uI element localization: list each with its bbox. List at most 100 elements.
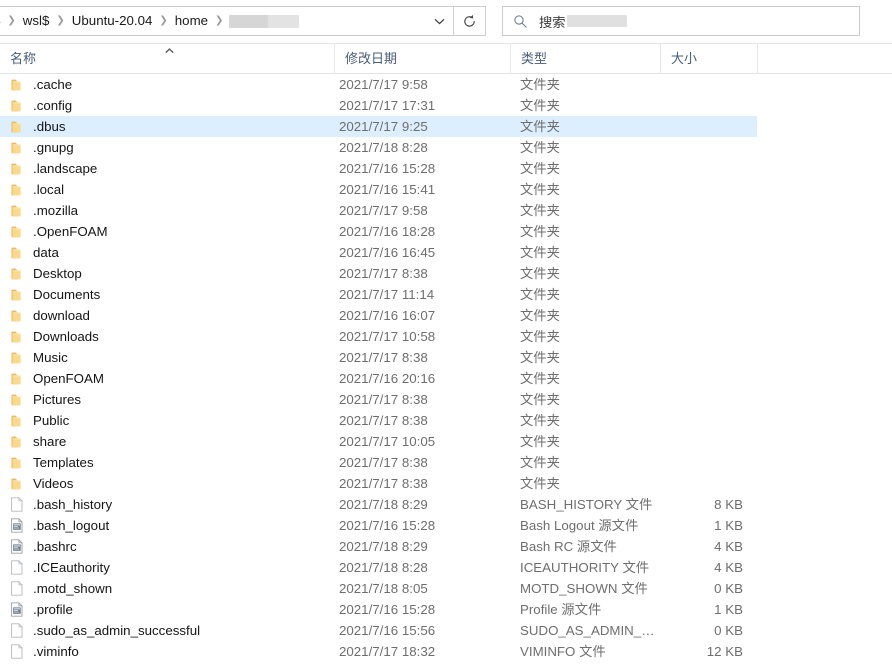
cell-name[interactable]: .landscape [0, 161, 334, 177]
file-row[interactable]: .bashrc 2021/7/18 8:29 Bash RC 源文件 4 KB [0, 536, 892, 557]
file-row-hit-area[interactable]: Videos 2021/7/17 8:38 文件夹 [0, 473, 757, 494]
file-row-hit-area[interactable]: .local 2021/7/16 15:41 文件夹 [0, 179, 757, 200]
file-row-hit-area[interactable]: OpenFOAM 2021/7/16 20:16 文件夹 [0, 368, 757, 389]
cell-name[interactable]: .bash_logout [0, 518, 334, 534]
file-row[interactable]: OpenFOAM 2021/7/16 20:16 文件夹 [0, 368, 892, 389]
file-row-hit-area[interactable]: .bashrc 2021/7/18 8:29 Bash RC 源文件 4 KB [0, 536, 757, 557]
cell-name[interactable]: .sudo_as_admin_successful [0, 623, 334, 639]
breadcrumb-item[interactable]: Ubuntu-20.04 [67, 11, 158, 31]
cell-name[interactable]: Desktop [0, 266, 334, 282]
cell-name[interactable]: Public [0, 413, 334, 429]
file-row[interactable]: .bash_logout 2021/7/16 15:28 Bash Logout 源… [0, 515, 892, 536]
file-row-hit-area[interactable]: .bash_history 2021/7/18 8:29 BASH_HISTORY … [0, 494, 757, 515]
file-row[interactable]: .viminfo 2021/7/17 18:32 VIMINFO 文件 12 KB [0, 641, 892, 662]
cell-name[interactable]: .cache [0, 77, 334, 93]
column-header-name[interactable]: 名称 [0, 44, 334, 74]
file-row[interactable]: .config 2021/7/17 17:31 文件夹 [0, 95, 892, 116]
file-row[interactable]: .bash_history 2021/7/18 8:29 BASH_HISTORY … [0, 494, 892, 515]
file-row[interactable]: .gnupg 2021/7/18 8:28 文件夹 [0, 137, 892, 158]
file-row-hit-area[interactable]: Desktop 2021/7/17 8:38 文件夹 [0, 263, 757, 284]
file-row-hit-area[interactable]: download 2021/7/16 16:07 文件夹 [0, 305, 757, 326]
cell-name[interactable]: download [0, 308, 334, 324]
cell-name[interactable]: Videos [0, 476, 334, 492]
file-row[interactable]: data 2021/7/16 16:45 文件夹 [0, 242, 892, 263]
file-row-hit-area[interactable]: Music 2021/7/17 8:38 文件夹 [0, 347, 757, 368]
file-row-hit-area[interactable]: .OpenFOAM 2021/7/16 18:28 文件夹 [0, 221, 757, 242]
cell-name[interactable]: .bashrc [0, 539, 334, 555]
file-row-hit-area[interactable]: .bash_logout 2021/7/16 15:28 Bash Logout 源… [0, 515, 757, 536]
file-row[interactable]: .mozilla 2021/7/17 9:58 文件夹 [0, 200, 892, 221]
file-row[interactable]: .dbus 2021/7/17 9:25 文件夹 [0, 116, 892, 137]
cell-name[interactable]: .config [0, 98, 334, 114]
breadcrumb-item[interactable]: wsl$ [18, 11, 55, 31]
file-row[interactable]: .profile 2021/7/16 15:28 Profile 源文件 1 KB [0, 599, 892, 620]
chevron-down-icon[interactable] [425, 7, 453, 35]
file-row[interactable]: Music 2021/7/17 8:38 文件夹 [0, 347, 892, 368]
column-header-date[interactable]: 修改日期 [334, 43, 510, 74]
file-row-hit-area[interactable]: .viminfo 2021/7/17 18:32 VIMINFO 文件 12 KB [0, 641, 757, 662]
cell-name[interactable]: share [0, 434, 334, 450]
cell-name[interactable]: Downloads [0, 329, 334, 345]
file-row-hit-area[interactable]: data 2021/7/16 16:45 文件夹 [0, 242, 757, 263]
cell-name[interactable]: .mozilla [0, 203, 334, 219]
file-row-hit-area[interactable]: .cache 2021/7/17 9:58 文件夹 [0, 74, 757, 95]
cell-name[interactable]: Templates [0, 455, 334, 471]
cell-name[interactable]: .motd_shown [0, 581, 334, 597]
cell-name[interactable]: .gnupg [0, 140, 334, 156]
file-row[interactable]: .cache 2021/7/17 9:58 文件夹 [0, 74, 892, 95]
file-row[interactable]: Public 2021/7/17 8:38 文件夹 [0, 410, 892, 431]
file-row-hit-area[interactable]: .ICEauthority 2021/7/18 8:28 ICEAUTHORITY … [0, 557, 757, 578]
file-row[interactable]: Desktop 2021/7/17 8:38 文件夹 [0, 263, 892, 284]
search-box[interactable]: 搜索 [502, 6, 860, 36]
breadcrumb-redacted-username[interactable] [229, 14, 300, 28]
cell-name[interactable]: .viminfo [0, 644, 334, 660]
breadcrumb[interactable]: $❯wsl$❯Ubuntu-20.04❯home❯ [0, 11, 425, 31]
cell-name[interactable]: .bash_history [0, 497, 334, 513]
file-row[interactable]: Pictures 2021/7/17 8:38 文件夹 [0, 389, 892, 410]
breadcrumb-item[interactable]: home [170, 11, 213, 31]
file-row[interactable]: .ICEauthority 2021/7/18 8:28 ICEAUTHORITY … [0, 557, 892, 578]
file-row[interactable]: .motd_shown 2021/7/18 8:05 MOTD_SHOWN 文件 0 … [0, 578, 892, 599]
cell-name[interactable]: .OpenFOAM [0, 224, 334, 240]
file-row-hit-area[interactable]: Downloads 2021/7/17 10:58 文件夹 [0, 326, 757, 347]
cell-name[interactable]: .ICEauthority [0, 560, 334, 576]
file-row[interactable]: Documents 2021/7/17 11:14 文件夹 [0, 284, 892, 305]
cell-name[interactable]: Music [0, 350, 334, 366]
cell-date-modified: 2021/7/18 8:29 [339, 538, 428, 554]
file-row-hit-area[interactable]: .motd_shown 2021/7/18 8:05 MOTD_SHOWN 文件 0 … [0, 578, 757, 599]
file-row[interactable]: Templates 2021/7/17 8:38 文件夹 [0, 452, 892, 473]
breadcrumb-bar[interactable]: $❯wsl$❯Ubuntu-20.04❯home❯ [0, 6, 454, 36]
file-row-hit-area[interactable]: .sudo_as_admin_successful 2021/7/16 15:56… [0, 620, 757, 641]
column-header-size[interactable]: 大小 [660, 43, 757, 74]
file-row-hit-area[interactable]: Public 2021/7/17 8:38 文件夹 [0, 410, 757, 431]
file-row-hit-area[interactable]: .dbus 2021/7/17 9:25 文件夹 [0, 116, 757, 137]
file-row[interactable]: .sudo_as_admin_successful 2021/7/16 15:56… [0, 620, 892, 641]
file-row[interactable]: Downloads 2021/7/17 10:58 文件夹 [0, 326, 892, 347]
file-row[interactable]: share 2021/7/17 10:05 文件夹 [0, 431, 892, 452]
file-row[interactable]: .OpenFOAM 2021/7/16 18:28 文件夹 [0, 221, 892, 242]
file-row-hit-area[interactable]: .landscape 2021/7/16 15:28 文件夹 [0, 158, 757, 179]
file-row-hit-area[interactable]: .config 2021/7/17 17:31 文件夹 [0, 95, 757, 116]
file-row[interactable]: Videos 2021/7/17 8:38 文件夹 [0, 473, 892, 494]
file-row[interactable]: download 2021/7/16 16:07 文件夹 [0, 305, 892, 326]
file-list[interactable]: .cache 2021/7/17 9:58 文件夹 .config 2021/7/17 … [0, 74, 892, 668]
refresh-button[interactable] [454, 6, 486, 36]
cell-name[interactable]: Documents [0, 287, 334, 303]
file-row-hit-area[interactable]: .mozilla 2021/7/17 9:58 文件夹 [0, 200, 757, 221]
cell-name[interactable]: OpenFOAM [0, 371, 334, 387]
cell-name[interactable]: .dbus [0, 119, 334, 135]
file-row-hit-area[interactable]: share 2021/7/17 10:05 文件夹 [0, 431, 757, 452]
cell-name[interactable]: Pictures [0, 392, 334, 408]
column-header-type[interactable]: 类型 [510, 43, 660, 74]
file-row-hit-area[interactable]: Templates 2021/7/17 8:38 文件夹 [0, 452, 757, 473]
file-row-hit-area[interactable]: .gnupg 2021/7/18 8:28 文件夹 [0, 137, 757, 158]
file-row-hit-area[interactable]: .profile 2021/7/16 15:28 Profile 源文件 1 KB [0, 599, 757, 620]
cell-name[interactable]: .local [0, 182, 334, 198]
file-row[interactable]: .landscape 2021/7/16 15:28 文件夹 [0, 158, 892, 179]
cell-name[interactable]: data [0, 245, 334, 261]
file-row-hit-area[interactable]: Pictures 2021/7/17 8:38 文件夹 [0, 389, 757, 410]
search-input[interactable]: 搜索 [539, 12, 627, 31]
file-row-hit-area[interactable]: Documents 2021/7/17 11:14 文件夹 [0, 284, 757, 305]
file-row[interactable]: .local 2021/7/16 15:41 文件夹 [0, 179, 892, 200]
cell-name[interactable]: .profile [0, 602, 334, 618]
